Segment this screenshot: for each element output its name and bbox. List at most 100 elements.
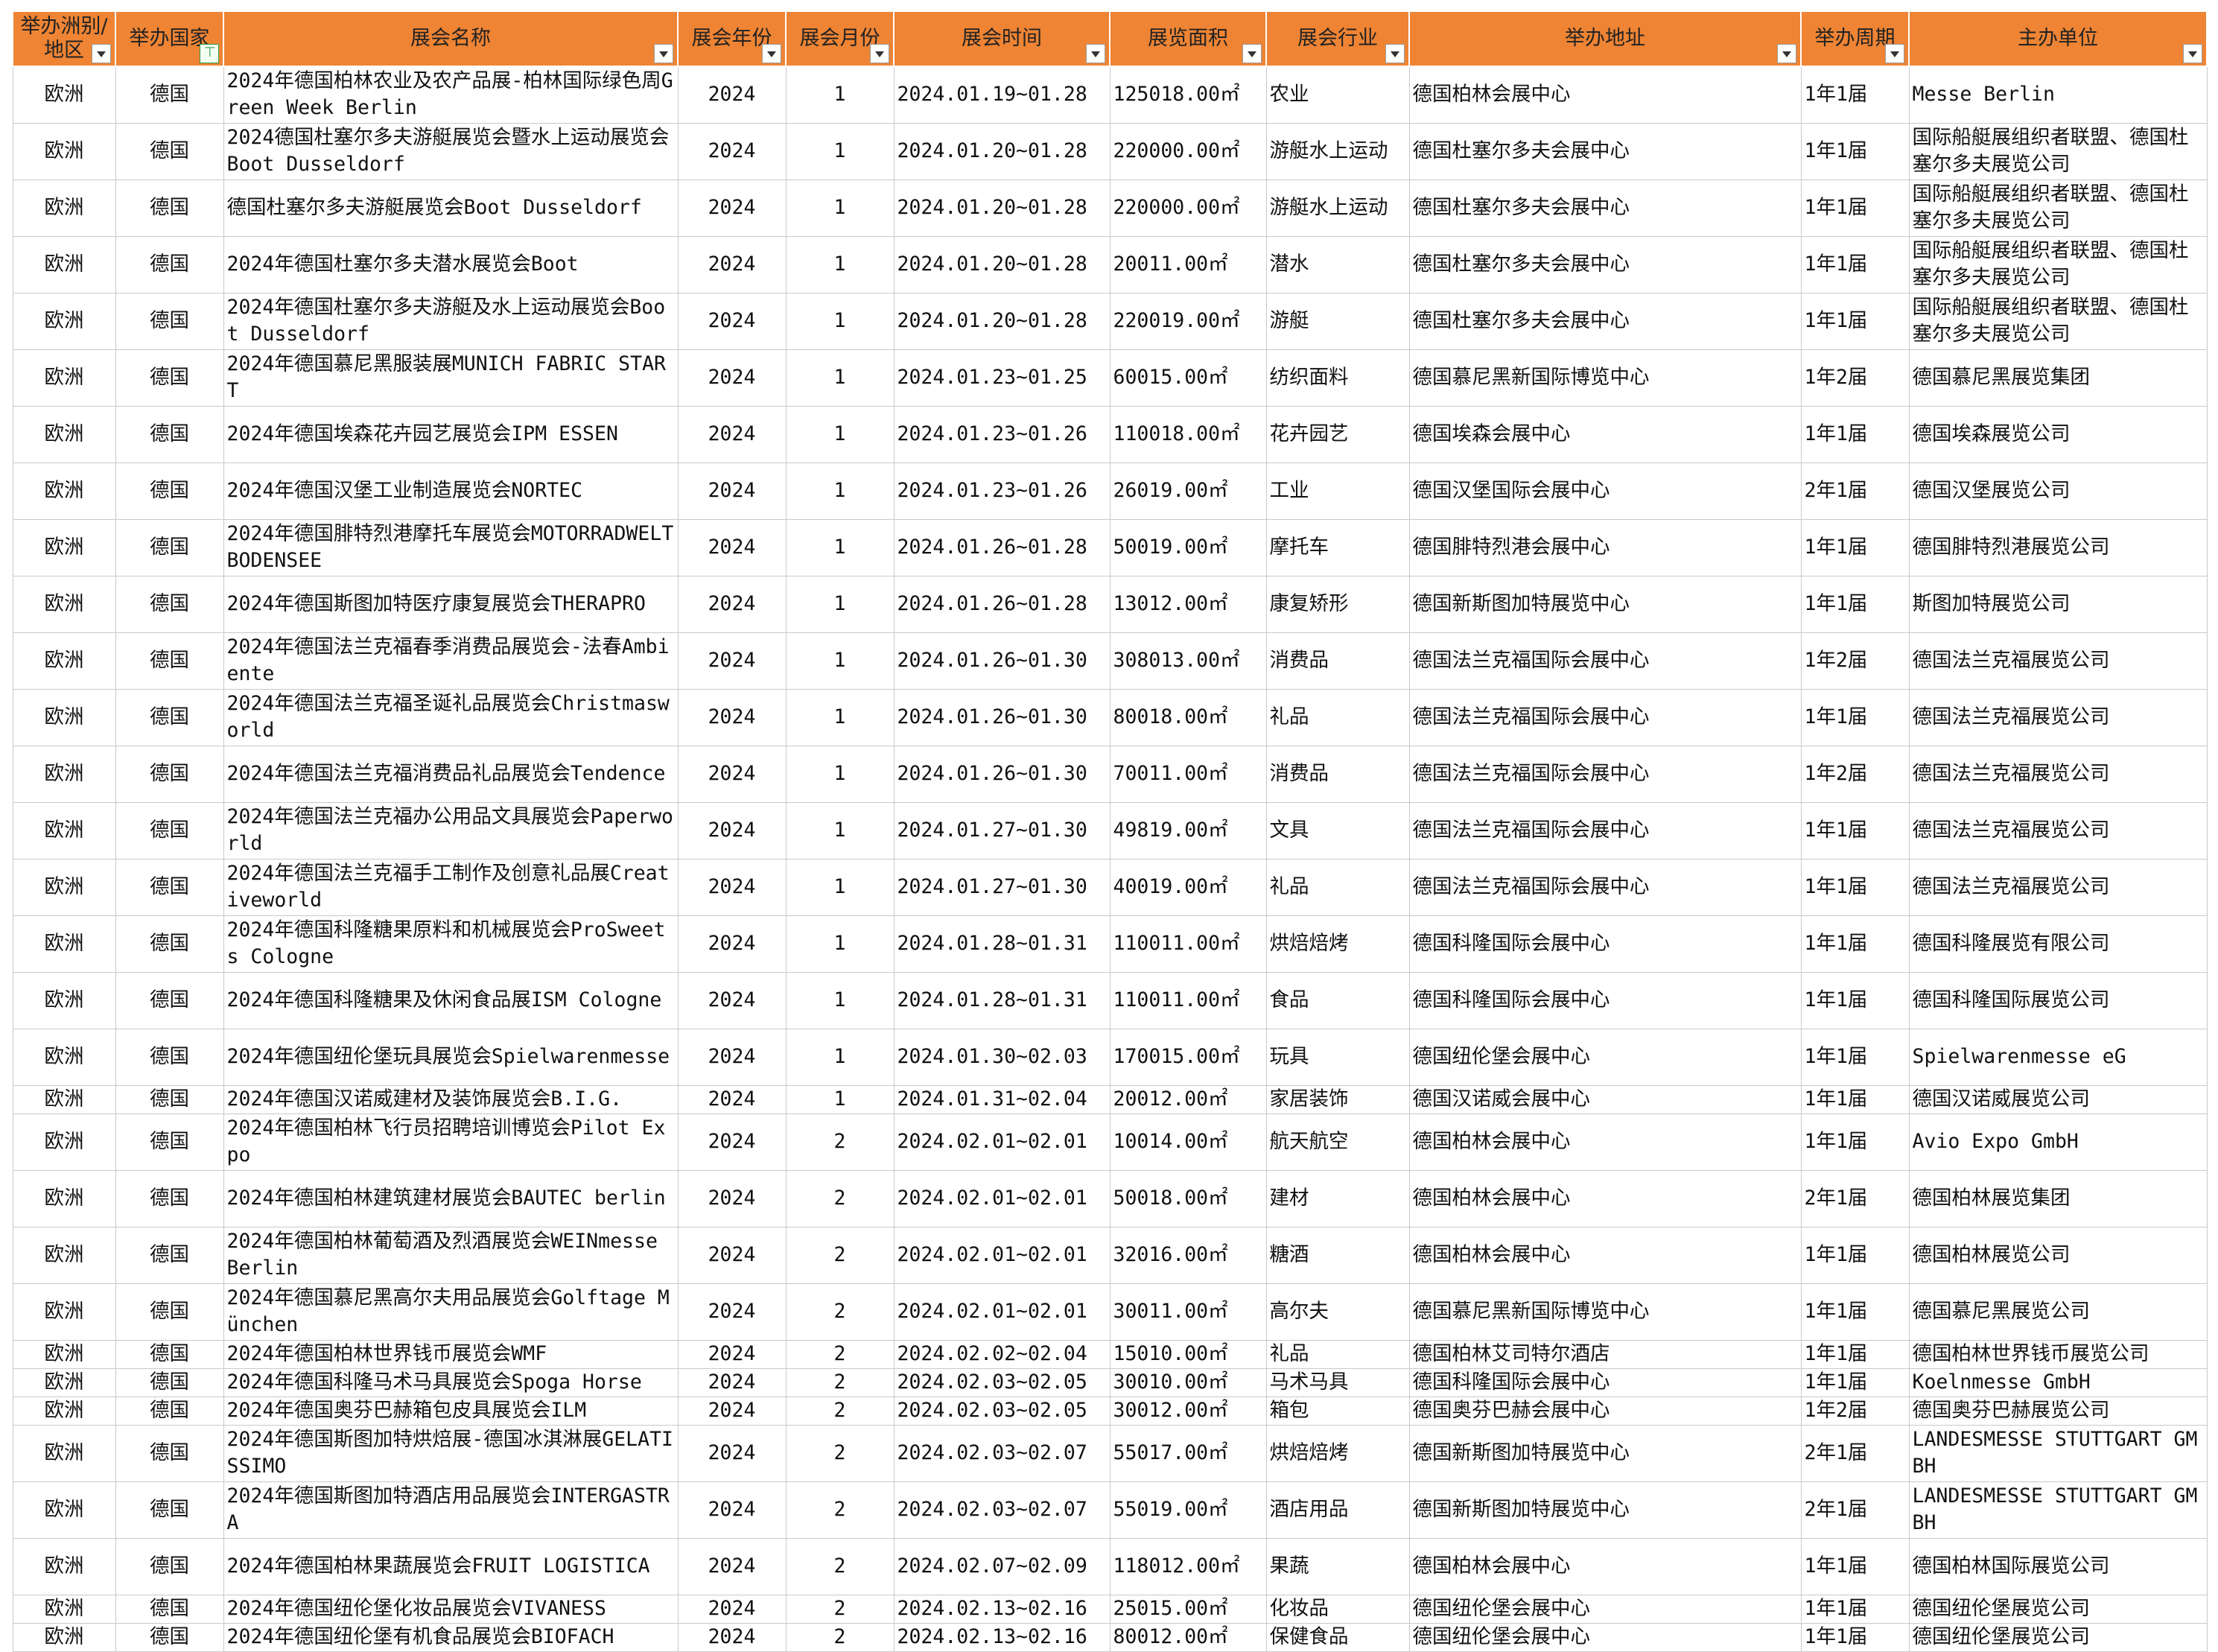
table-cell[interactable]: 2024 <box>677 1028 787 1086</box>
table-cell[interactable]: 1年2届 <box>1800 1396 1910 1426</box>
table-cell[interactable]: 2024年德国杜塞尔多夫潜水展览会Boot <box>223 235 679 293</box>
table-cell[interactable]: 建材 <box>1265 1169 1410 1227</box>
table-cell[interactable]: 1年1届 <box>1800 1367 1910 1397</box>
table-cell[interactable]: 2024.02.02~02.04 <box>893 1339 1110 1369</box>
table-cell[interactable]: 15010.00㎡ <box>1109 1339 1267 1369</box>
table-cell[interactable]: 2024 <box>677 1226 787 1284</box>
table-cell[interactable]: 德国 <box>115 1226 224 1284</box>
table-cell[interactable]: 德国科隆国际会展中心 <box>1408 1367 1802 1397</box>
table-cell[interactable]: 1年1届 <box>1800 858 1910 916</box>
table-cell[interactable]: 1 <box>785 632 894 690</box>
table-cell[interactable]: 2024年德国柏林农业及农产品展-柏林国际绿色周Green Week Berli… <box>223 66 679 124</box>
table-cell[interactable]: 2024.01.23~01.26 <box>893 462 1110 520</box>
table-cell[interactable]: 1年1届 <box>1800 292 1910 350</box>
table-cell[interactable]: 2 <box>785 1622 894 1652</box>
table-cell[interactable]: 游艇水上运动 <box>1265 122 1410 180</box>
table-cell[interactable]: 2024.02.01~02.01 <box>893 1113 1110 1171</box>
table-cell[interactable]: 欧洲 <box>12 1622 116 1652</box>
table-cell[interactable]: 2024.01.28~01.31 <box>893 915 1110 973</box>
table-cell[interactable]: 1年2届 <box>1800 745 1910 803</box>
table-cell[interactable]: 20012.00㎡ <box>1109 1084 1267 1114</box>
table-cell[interactable]: 30012.00㎡ <box>1109 1396 1267 1426</box>
column-header[interactable]: 展览面积 <box>1109 10 1267 67</box>
table-cell[interactable]: 德国埃森展览公司 <box>1908 405 2208 463</box>
table-cell[interactable]: 1 <box>785 518 894 576</box>
table-cell[interactable]: 德国埃森会展中心 <box>1408 405 1802 463</box>
table-cell[interactable]: 2024 <box>677 1537 787 1595</box>
table-cell[interactable]: 德国法兰克福国际会展中心 <box>1408 632 1802 690</box>
table-cell[interactable]: 欧洲 <box>12 1226 116 1284</box>
table-cell[interactable]: 德国柏林会展中心 <box>1408 1226 1802 1284</box>
table-cell[interactable]: 70011.00㎡ <box>1109 745 1267 803</box>
table-cell[interactable]: 德国科隆国际会展中心 <box>1408 971 1802 1029</box>
table-cell[interactable]: 1年1届 <box>1800 1226 1910 1284</box>
table-cell[interactable]: 花卉园艺 <box>1265 405 1410 463</box>
table-cell[interactable]: 欧洲 <box>12 235 116 293</box>
table-cell[interactable]: 2024年德国斯图加特酒店用品展览会INTERGASTRA <box>223 1481 679 1539</box>
table-cell[interactable]: 德国 <box>115 179 224 237</box>
table-cell[interactable]: 110011.00㎡ <box>1109 971 1267 1029</box>
table-cell[interactable]: 1 <box>785 1084 894 1114</box>
table-cell[interactable]: 德国法兰克福展览公司 <box>1908 801 2208 860</box>
table-cell[interactable]: 德国 <box>115 858 224 916</box>
table-cell[interactable]: 德国杜塞尔多夫游艇展览会Boot Dusseldorf <box>223 179 679 237</box>
table-cell[interactable]: 德国 <box>115 1339 224 1369</box>
table-cell[interactable]: Spielwarenmesse eG <box>1908 1028 2208 1086</box>
table-cell[interactable]: 2024 <box>677 745 787 803</box>
table-cell[interactable]: 德国柏林会展中心 <box>1408 1537 1802 1595</box>
table-cell[interactable]: 德国法兰克福国际会展中心 <box>1408 801 1802 860</box>
table-cell[interactable]: 2024年德国埃森花卉园艺展览会IPM ESSEN <box>223 405 679 463</box>
table-cell[interactable]: 消费品 <box>1265 632 1410 690</box>
table-cell[interactable]: 2024年德国法兰克福办公用品文具展览会Paperworld <box>223 801 679 860</box>
table-cell[interactable]: 220000.00㎡ <box>1109 122 1267 180</box>
table-cell[interactable]: 2024年德国法兰克福春季消费品展览会-法春Ambiente <box>223 632 679 690</box>
table-cell[interactable]: 1 <box>785 235 894 293</box>
table-cell[interactable]: 礼品 <box>1265 1339 1410 1369</box>
table-cell[interactable]: 25015.00㎡ <box>1109 1594 1267 1624</box>
table-cell[interactable]: 2024年德国柏林建筑建材展览会BAUTEC berlin <box>223 1169 679 1227</box>
table-cell[interactable]: 2024年德国柏林葡萄酒及烈酒展览会WEINmesse Berlin <box>223 1226 679 1284</box>
filter-active-icon[interactable] <box>200 44 219 63</box>
table-cell[interactable]: 2024.01.30~02.03 <box>893 1028 1110 1086</box>
table-cell[interactable]: 2024 <box>677 971 787 1029</box>
table-cell[interactable]: 德国 <box>115 1283 224 1341</box>
table-cell[interactable]: 2024年德国纽伦堡化妆品展览会VIVANESS <box>223 1594 679 1624</box>
table-cell[interactable]: 保健食品 <box>1265 1622 1410 1652</box>
table-cell[interactable]: 德国 <box>115 518 224 576</box>
table-cell[interactable]: 10014.00㎡ <box>1109 1113 1267 1171</box>
column-header[interactable]: 展会月份 <box>785 10 894 67</box>
table-cell[interactable]: 2024 <box>677 349 787 407</box>
table-cell[interactable]: 2024.01.20~01.28 <box>893 122 1110 180</box>
table-cell[interactable]: 消费品 <box>1265 745 1410 803</box>
table-cell[interactable]: 1 <box>785 292 894 350</box>
table-cell[interactable]: 德国 <box>115 1084 224 1114</box>
table-cell[interactable]: 烘焙焙烤 <box>1265 1424 1410 1482</box>
table-cell[interactable]: 德国纽伦堡展览公司 <box>1908 1594 2208 1624</box>
table-cell[interactable]: 1 <box>785 688 894 746</box>
column-header[interactable]: 展会时间 <box>893 10 1110 67</box>
table-cell[interactable]: 308013.00㎡ <box>1109 632 1267 690</box>
table-cell[interactable]: 游艇 <box>1265 292 1410 350</box>
table-cell[interactable]: 49819.00㎡ <box>1109 801 1267 860</box>
table-cell[interactable]: 德国 <box>115 66 224 124</box>
table-cell[interactable]: 1年1届 <box>1800 1283 1910 1341</box>
table-cell[interactable]: 德国 <box>115 462 224 520</box>
table-cell[interactable]: 德国 <box>115 575 224 633</box>
table-cell[interactable]: 2024 <box>677 1283 787 1341</box>
table-cell[interactable]: 德国 <box>115 1113 224 1171</box>
table-cell[interactable]: 2024 <box>677 1084 787 1114</box>
table-cell[interactable]: 欧洲 <box>12 1169 116 1227</box>
table-cell[interactable]: Koelnmesse GmbH <box>1908 1367 2208 1397</box>
table-cell[interactable]: 欧洲 <box>12 1396 116 1426</box>
table-cell[interactable]: 摩托车 <box>1265 518 1410 576</box>
table-cell[interactable]: 2024.01.26~01.30 <box>893 632 1110 690</box>
table-cell[interactable]: 欧洲 <box>12 1084 116 1114</box>
table-cell[interactable]: 德国 <box>115 632 224 690</box>
table-cell[interactable]: 2024年德国法兰克福消费品礼品展览会Tendence <box>223 745 679 803</box>
table-cell[interactable]: 55019.00㎡ <box>1109 1481 1267 1539</box>
table-cell[interactable]: 康复矫形 <box>1265 575 1410 633</box>
table-cell[interactable]: 2 <box>785 1424 894 1482</box>
table-cell[interactable]: 食品 <box>1265 971 1410 1029</box>
table-cell[interactable]: 欧洲 <box>12 858 116 916</box>
table-cell[interactable]: 德国杜塞尔多夫会展中心 <box>1408 292 1802 350</box>
